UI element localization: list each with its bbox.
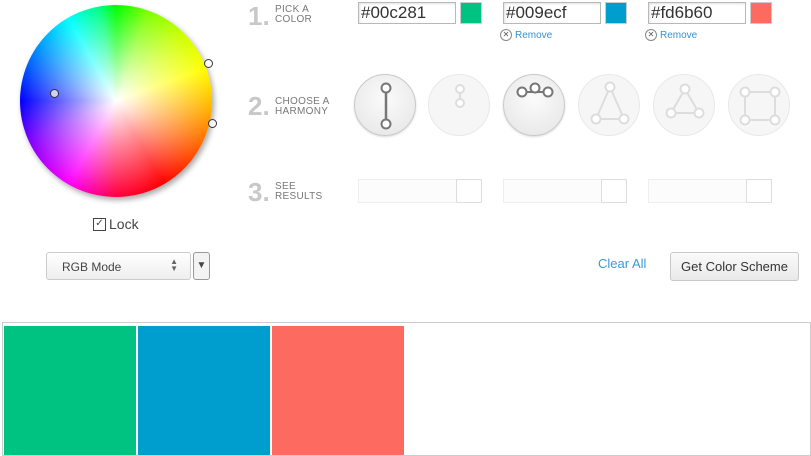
wheel-marker-secondary[interactable] — [204, 59, 213, 68]
updown-arrows-icon: ▲ ▼ — [170, 257, 178, 273]
color-3-remove-link[interactable]: ✕ Remove — [645, 29, 697, 41]
harmony-analogous[interactable] — [503, 74, 565, 136]
harmony-complementary[interactable] — [354, 74, 416, 136]
color-3-swatch[interactable] — [750, 2, 772, 24]
remove-label: Remove — [660, 29, 698, 41]
step-2-number: 2. — [248, 91, 270, 121]
chevron-down-icon: ▼ — [196, 260, 207, 271]
remove-label: Remove — [515, 29, 553, 41]
color-3-hex-input[interactable]: #fd6b60 — [648, 2, 746, 24]
step-3-label: SEE RESULTS — [275, 182, 322, 202]
lock-label: Lock — [109, 216, 139, 232]
slider-knob[interactable] — [456, 179, 482, 203]
color-1-swatch[interactable] — [460, 2, 482, 24]
complementary-icon — [380, 82, 392, 130]
wheel-marker-primary[interactable] — [50, 89, 59, 98]
step-1-line2: COLOR — [275, 14, 313, 25]
color-2-remove-link[interactable]: ✕ Remove — [500, 29, 552, 41]
step-2-label: CHOOSE A HARMONY — [275, 97, 330, 117]
monochromatic-icon — [455, 84, 465, 108]
step-1-number: 1. — [248, 1, 270, 31]
harmony-triadic[interactable] — [578, 74, 640, 136]
step-3-number: 3. — [248, 177, 270, 207]
clear-all-link[interactable]: Clear All — [598, 256, 646, 271]
color-wheel[interactable] — [20, 5, 217, 197]
step-1-label: PICK A COLOR — [275, 5, 312, 25]
mode-select-label: RGB Mode — [62, 260, 122, 274]
harmony-tetradic[interactable] — [728, 74, 790, 136]
close-icon: ✕ — [500, 29, 512, 41]
close-icon: ✕ — [645, 29, 657, 41]
result-swatch-2[interactable] — [138, 326, 270, 455]
lock-checkbox[interactable]: ✓ Lock — [93, 216, 139, 232]
results-panel — [2, 322, 811, 456]
analogous-icon — [516, 82, 554, 98]
get-color-scheme-button[interactable]: Get Color Scheme — [670, 252, 799, 281]
harmony-monochromatic[interactable] — [428, 74, 490, 136]
triad-icon — [590, 81, 630, 125]
result-swatch-3[interactable] — [272, 326, 404, 455]
slider-knob[interactable] — [601, 179, 627, 203]
color-2-swatch[interactable] — [605, 2, 627, 24]
slider-knob[interactable] — [746, 179, 772, 203]
mode-dropdown-button[interactable]: ▼ — [193, 252, 210, 280]
square-icon — [739, 86, 781, 126]
step-3-line2: RESULTS — [275, 191, 323, 202]
mode-select[interactable]: RGB Mode ▲ ▼ — [46, 252, 191, 280]
harmony-split-complementary[interactable] — [653, 74, 715, 136]
color-1-hex-input[interactable]: #00c281 — [358, 2, 456, 24]
checkbox-icon[interactable]: ✓ — [93, 217, 106, 231]
result-slider-3[interactable] — [648, 179, 772, 203]
step-2-line2: HARMONY — [275, 106, 329, 117]
result-slider-1[interactable] — [358, 179, 482, 203]
result-swatch-1[interactable] — [4, 326, 136, 455]
wheel-marker-tertiary[interactable] — [208, 119, 217, 128]
color-2-hex-input[interactable]: #009ecf — [503, 2, 601, 24]
split-triangle-icon — [665, 83, 705, 119]
result-slider-2[interactable] — [503, 179, 627, 203]
